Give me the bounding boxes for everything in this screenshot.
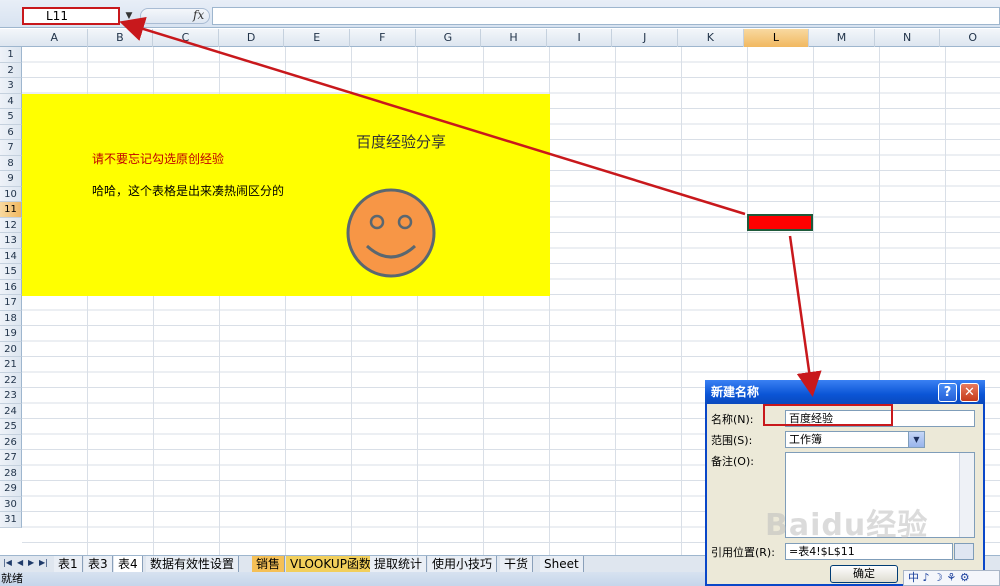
- first-sheet-icon[interactable]: |◀: [3, 558, 12, 567]
- name-box[interactable]: L11: [22, 7, 120, 25]
- row-header-31[interactable]: 31: [0, 512, 22, 528]
- row-header-24[interactable]: 24: [0, 403, 22, 419]
- column-header-j[interactable]: J: [612, 29, 678, 47]
- column-header-d[interactable]: D: [219, 29, 285, 47]
- status-text: 就绪: [1, 572, 23, 585]
- column-header-g[interactable]: G: [416, 29, 482, 47]
- column-header-c[interactable]: C: [153, 29, 219, 47]
- scope-label: 范围(S):: [711, 434, 753, 447]
- last-sheet-icon[interactable]: ▶|: [39, 558, 48, 567]
- sheet-tab[interactable]: 提取统计: [370, 556, 428, 572]
- black-note-text: 哈哈，这个表格是出来凑热闹区分的: [92, 184, 285, 198]
- chevron-down-icon[interactable]: ▼: [908, 432, 924, 447]
- ref-label: 引用位置(R):: [711, 546, 775, 559]
- next-sheet-icon[interactable]: ▶: [28, 558, 34, 567]
- sheet-tab[interactable]: 干货: [500, 556, 534, 572]
- row-header-3[interactable]: 3: [0, 78, 22, 94]
- close-button[interactable]: ✕: [960, 383, 979, 402]
- row-header-1[interactable]: 1: [0, 47, 22, 63]
- row-header-7[interactable]: 7: [0, 140, 22, 156]
- row-header-28[interactable]: 28: [0, 465, 22, 481]
- smiley-face-shape[interactable]: [346, 188, 436, 278]
- row-header-18[interactable]: 18: [0, 310, 22, 326]
- sheet-tab[interactable]: Sheet: [540, 556, 584, 572]
- column-header-b[interactable]: B: [88, 29, 154, 47]
- row-header-11[interactable]: 11: [0, 202, 22, 218]
- column-header-h[interactable]: H: [481, 29, 547, 47]
- row-header-5[interactable]: 5: [0, 109, 22, 125]
- name-box-dropdown-icon[interactable]: ▼: [122, 8, 136, 24]
- row-header-10[interactable]: 10: [0, 186, 22, 202]
- column-header-row: ABCDEFGHIJKLMNO: [0, 29, 1000, 47]
- row-header-17[interactable]: 17: [0, 295, 22, 311]
- baidu-watermark: Baidu经验: [765, 508, 929, 543]
- sheet-tab[interactable]: 使用小技巧: [428, 556, 498, 572]
- column-header-m[interactable]: M: [809, 29, 875, 47]
- name-label: 名称(N):: [711, 413, 754, 426]
- row-header-21[interactable]: 21: [0, 357, 22, 373]
- comment-label: 备注(O):: [711, 455, 754, 468]
- row-header-20[interactable]: 20: [0, 341, 22, 357]
- ime-toolbar[interactable]: 中 ♪ ☽ ⚘ ⚙: [903, 570, 1000, 586]
- row-header-30[interactable]: 30: [0, 496, 22, 512]
- column-header-k[interactable]: K: [678, 29, 744, 47]
- row-header-26[interactable]: 26: [0, 434, 22, 450]
- row-header-12[interactable]: 12: [0, 217, 22, 233]
- sheet-tab[interactable]: 表1: [54, 556, 83, 572]
- help-button[interactable]: ?: [938, 383, 957, 402]
- ref-input[interactable]: =表4!$L$11: [785, 543, 953, 560]
- sheet-tab[interactable]: 销售: [252, 556, 286, 572]
- scope-select[interactable]: 工作簿: [785, 431, 925, 448]
- collapse-dialog-icon[interactable]: [954, 543, 974, 560]
- row-header-13[interactable]: 13: [0, 233, 22, 249]
- formula-input[interactable]: [212, 7, 1000, 25]
- ok-button[interactable]: 确定: [830, 565, 898, 583]
- red-note-text: 请不要忘记勾选原创经验: [92, 152, 225, 166]
- row-header-6[interactable]: 6: [0, 124, 22, 140]
- selected-cell-l11[interactable]: [747, 214, 813, 231]
- row-header-9[interactable]: 9: [0, 171, 22, 187]
- sheet-title-text: 百度经验分享: [356, 133, 447, 151]
- row-header-4[interactable]: 4: [0, 93, 22, 109]
- column-header-n[interactable]: N: [875, 29, 941, 47]
- row-header-19[interactable]: 19: [0, 326, 22, 342]
- row-header-8[interactable]: 8: [0, 155, 22, 171]
- row-header-22[interactable]: 22: [0, 372, 22, 388]
- column-header-e[interactable]: E: [284, 29, 350, 47]
- row-header-2[interactable]: 2: [0, 62, 22, 78]
- column-header-l[interactable]: L: [743, 29, 810, 47]
- row-header-27[interactable]: 27: [0, 450, 22, 466]
- row-header-23[interactable]: 23: [0, 388, 22, 404]
- row-header-16[interactable]: 16: [0, 279, 22, 295]
- sheet-tab[interactable]: 表3: [84, 556, 113, 572]
- row-header-25[interactable]: 25: [0, 419, 22, 435]
- comment-scrollbar[interactable]: [959, 453, 974, 537]
- row-header-15[interactable]: 15: [0, 264, 22, 280]
- name-annotation-box: [763, 404, 893, 426]
- row-header-29[interactable]: 29: [0, 481, 22, 497]
- sheet-tab[interactable]: 表4: [114, 556, 143, 572]
- prev-sheet-icon[interactable]: ◀: [17, 558, 23, 567]
- sheet-tab[interactable]: VLOOKUP函数: [286, 556, 376, 572]
- row-header-14[interactable]: 14: [0, 248, 22, 264]
- insert-function-icon[interactable]: fx: [193, 8, 204, 22]
- sheet-tab[interactable]: 数据有效性设置: [146, 556, 240, 572]
- column-header-a[interactable]: A: [22, 29, 88, 47]
- column-header-f[interactable]: F: [350, 29, 416, 47]
- column-header-i[interactable]: I: [547, 29, 613, 47]
- column-header-o[interactable]: O: [940, 29, 1000, 47]
